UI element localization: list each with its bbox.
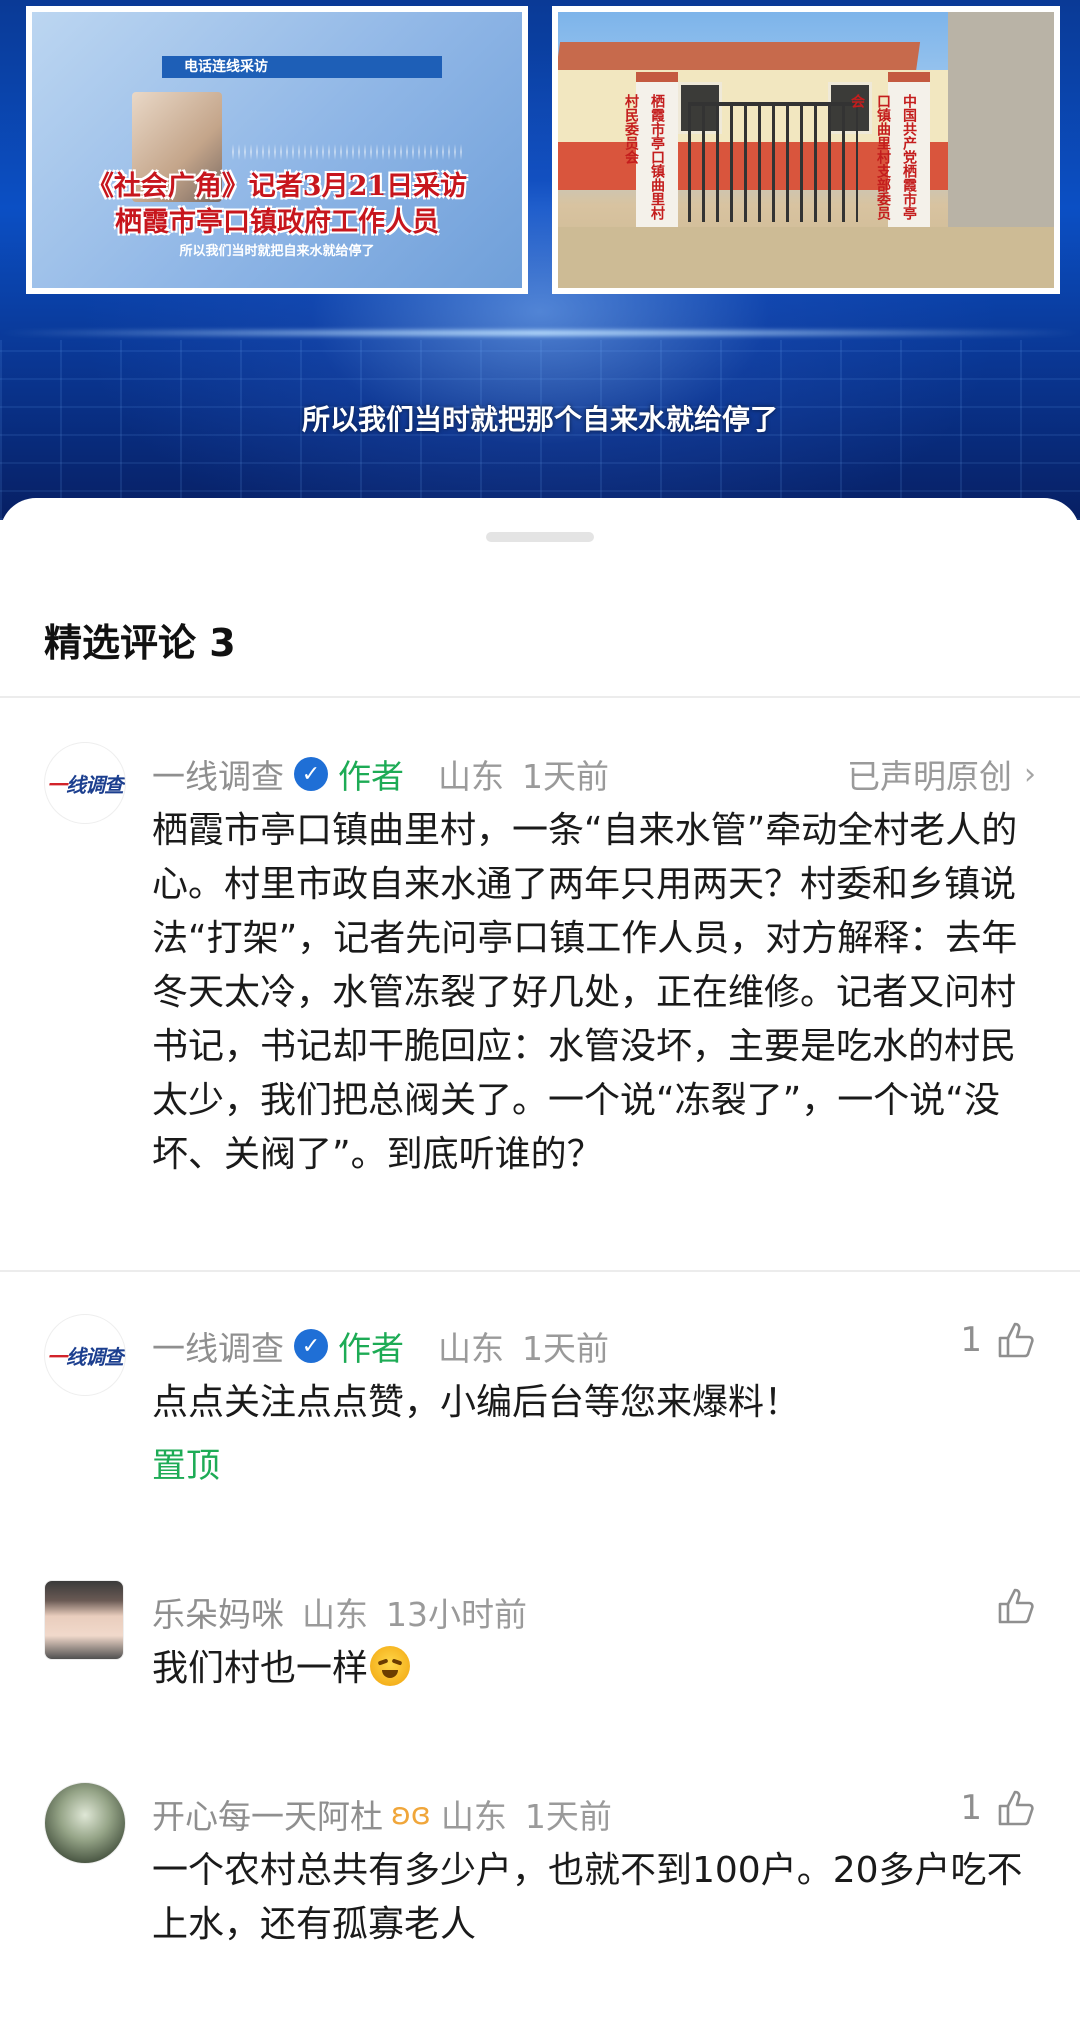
- iron-gate: [688, 102, 858, 222]
- sign-right: 中国共产党栖霞市亭口镇曲里村支部委员会: [849, 94, 917, 220]
- username[interactable]: 开心每一天阿杜: [152, 1790, 383, 1838]
- pinned-label: 置顶: [152, 1446, 220, 1486]
- village-office-photo: 栖霞市亭口镇曲里村村民委员会 中国共产党栖霞市亭口镇曲里村支部委员会: [552, 6, 1060, 294]
- location: 山东: [302, 1595, 368, 1634]
- like-count: 1: [960, 1788, 982, 1828]
- comments-title: 精选评论 3: [44, 621, 236, 665]
- interview-headline-line2: 栖霞市亭口镇政府工作人员: [115, 207, 439, 238]
- thumbs-up-icon: [998, 1790, 1034, 1826]
- like-button[interactable]: [996, 1586, 1036, 1626]
- video-player[interactable]: 电话连线采访 《社会广角》记者3月21日采访 栖霞市亭口镇政府工作人员 所以我们…: [0, 0, 1080, 520]
- comment-text: 栖霞市亭口镇曲里村，一条“自来水管”牵动全村老人的心。村里市政自来水通了两年只用…: [152, 810, 1018, 1175]
- comment-item: 一线调查 一线调查 ✓ 作者 山东 1天前 已声明原创 › 栖霞市亭口镇曲里村，…: [0, 742, 1080, 1252]
- ground: [558, 227, 1054, 288]
- avatar[interactable]: [44, 1580, 124, 1660]
- location: 山东: [438, 757, 504, 796]
- location: 山东: [438, 1329, 504, 1368]
- comment-item: 开心每一天阿杜 ʚɞ 山东 1天前 1 一个农村总共有多少户，也就不到100户。…: [0, 1782, 1080, 1982]
- original-declared-link[interactable]: 已声明原创 ›: [847, 750, 1036, 798]
- sign-left: 栖霞市亭口镇曲里村村民委员会: [623, 94, 665, 220]
- divider: [0, 696, 1080, 698]
- author-tag: 作者: [338, 757, 404, 796]
- comment-item: 一线调查 一线调查 ✓ 作者 山东 1天前 1 点点关注点点赞，小编后台等您来爆…: [0, 1314, 1080, 1486]
- like-button[interactable]: 1: [960, 1320, 1036, 1360]
- author-tag: 作者: [338, 1329, 404, 1368]
- phone-interview-tag: 电话连线采访: [162, 56, 442, 78]
- gate-pillar-right: 中国共产党栖霞市亭口镇曲里村支部委员会: [849, 72, 930, 232]
- butterfly-badge-icon: ʚɞ: [391, 1796, 431, 1832]
- comment-text: 我们村也一样: [152, 1642, 1038, 1696]
- avatar[interactable]: 一线调查: [44, 742, 126, 824]
- divider: [0, 1270, 1080, 1272]
- side-wall: [948, 12, 1054, 232]
- gate-pillar-left: 栖霞市亭口镇曲里村村民委员会: [623, 72, 678, 232]
- interview-caption: 所以我们当时就把自来水就给停了: [179, 244, 375, 259]
- timestamp: 1天前: [522, 757, 609, 796]
- like-button[interactable]: 1: [960, 1788, 1036, 1828]
- comment-item: 乐朵妈咪 山东 13小时前 我们村也一样: [0, 1580, 1080, 1710]
- comment-text-content: 我们村也一样: [152, 1648, 369, 1689]
- yixian-logo-icon: 一线调查: [47, 772, 124, 797]
- username[interactable]: 一线调查: [152, 750, 284, 798]
- chevron-right-icon: ›: [1024, 756, 1036, 792]
- comment-meta: 乐朵妈咪 山东 13小时前: [152, 1588, 527, 1636]
- interview-panel: 电话连线采访 《社会广角》记者3月21日采访 栖霞市亭口镇政府工作人员 所以我们…: [26, 6, 528, 294]
- drag-handle[interactable]: [486, 532, 594, 542]
- verified-check-icon: ✓: [294, 757, 328, 791]
- like-count: 1: [960, 1320, 982, 1360]
- video-subtitle: 所以我们当时就把那个自来水就给停了: [301, 403, 778, 436]
- yixian-logo-icon: 一线调查: [47, 1344, 124, 1369]
- comment-meta: 开心每一天阿杜 ʚɞ 山东 1天前: [152, 1790, 612, 1838]
- comment-meta: 一线调查 ✓ 作者 山东 1天前: [152, 750, 609, 798]
- avatar[interactable]: [44, 1782, 126, 1864]
- username[interactable]: 乐朵妈咪: [152, 1588, 284, 1636]
- comment-text: 一个农村总共有多少户，也就不到100户。20多户吃不上水，还有孤寡老人: [152, 1850, 1023, 1945]
- comment-text: 点点关注点点赞，小编后台等您来爆料！: [152, 1382, 801, 1423]
- avatar[interactable]: 一线调查: [44, 1314, 126, 1396]
- light-flare: [0, 330, 1080, 336]
- username[interactable]: 一线调查: [152, 1322, 284, 1370]
- thumbs-up-icon: [998, 1588, 1034, 1624]
- loudly-crying-face-emoji: [370, 1646, 411, 1686]
- comment-meta: 一线调查 ✓ 作者 山东 1天前: [152, 1322, 609, 1370]
- verified-check-icon: ✓: [294, 1329, 328, 1363]
- timestamp: 1天前: [524, 1797, 612, 1836]
- roof: [558, 42, 921, 72]
- location: 山东: [440, 1797, 507, 1836]
- thumbs-up-icon: [998, 1322, 1034, 1358]
- comments-sheet[interactable]: 精选评论 3 一线调查 一线调查 ✓ 作者 山东 1天前 已声明原创 › 栖霞市…: [0, 498, 1080, 2023]
- interview-headline-line1: 《社会广角》记者3月21日采访: [86, 171, 468, 202]
- original-declared-label: 已声明原创: [847, 757, 1012, 796]
- timestamp: 13小时前: [386, 1595, 527, 1634]
- timestamp: 1天前: [522, 1329, 609, 1368]
